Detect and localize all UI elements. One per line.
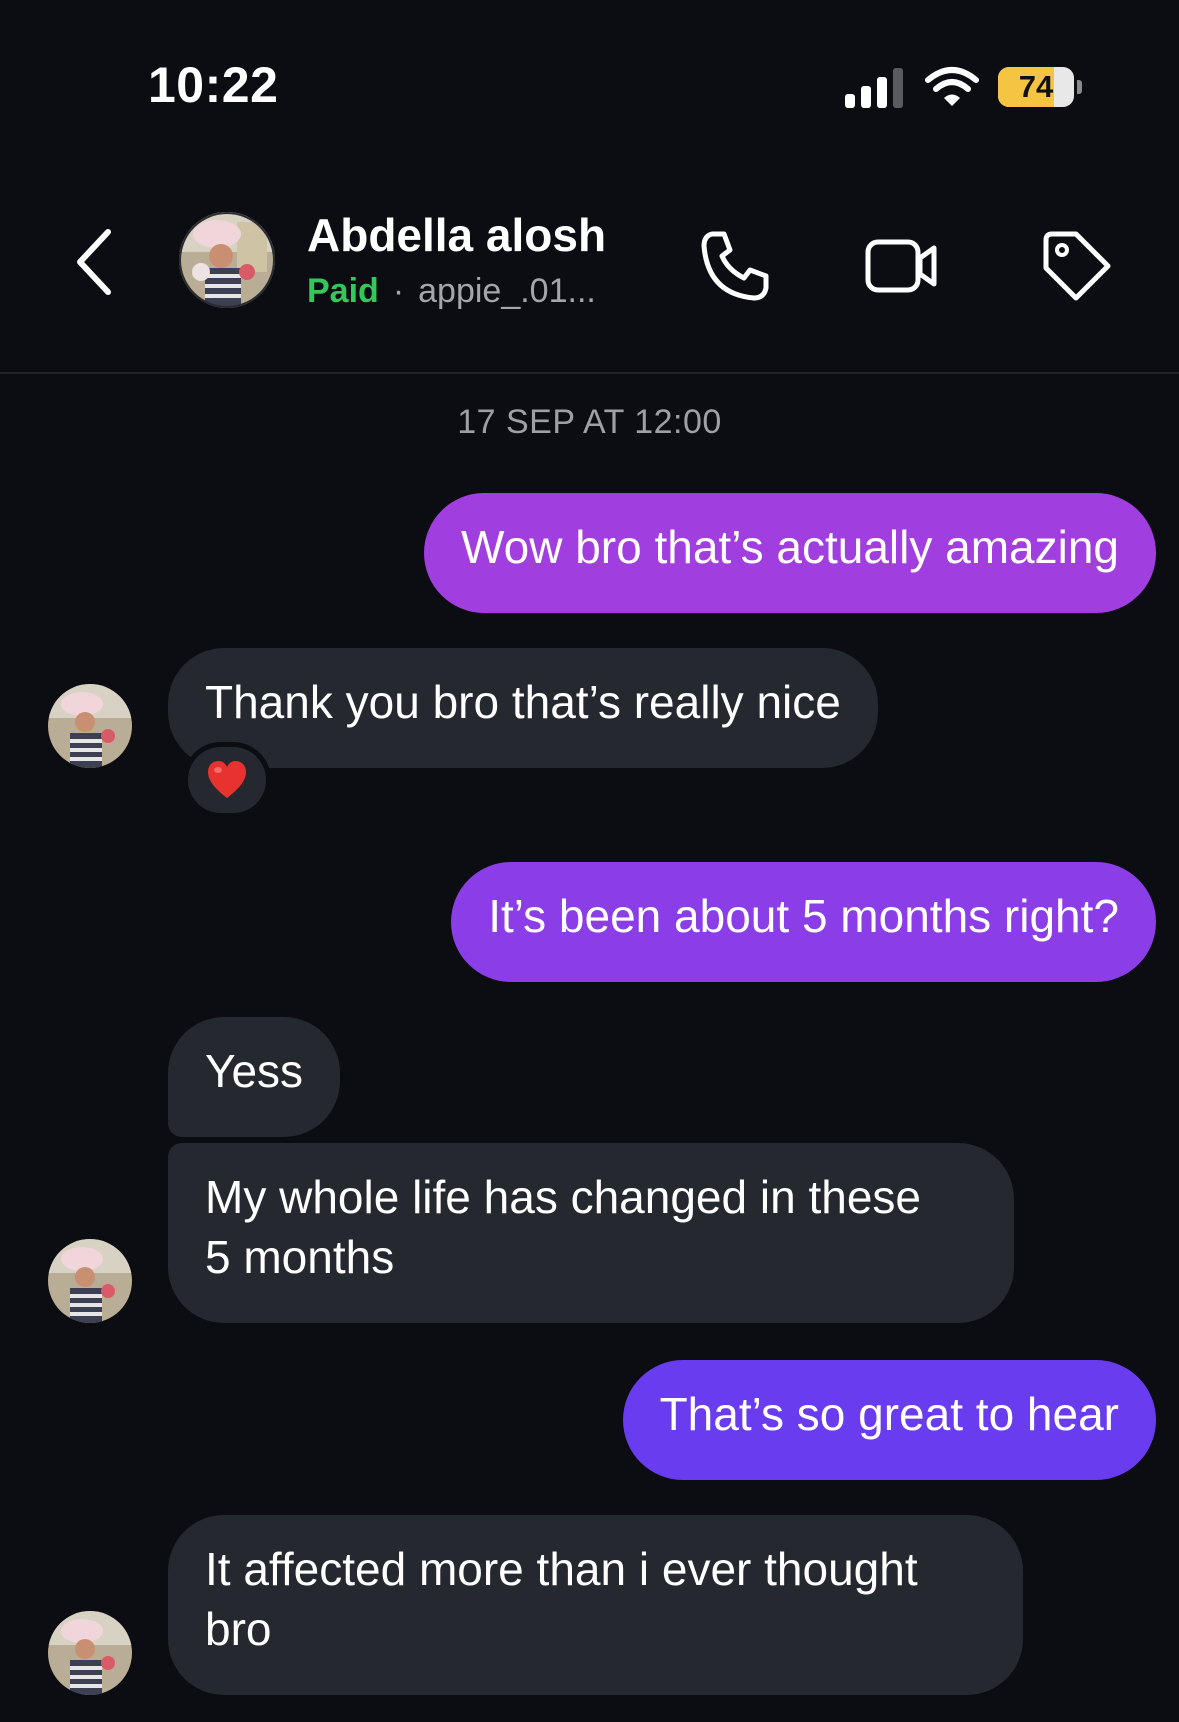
red-heart-icon xyxy=(208,761,246,798)
paid-badge: Paid xyxy=(307,272,379,310)
wifi-icon xyxy=(925,67,979,106)
separator-dot: · xyxy=(392,272,405,310)
status-time: 10:22 xyxy=(148,57,279,113)
received-message-bubble[interactable]: Yess xyxy=(168,1017,341,1137)
signal-icon xyxy=(845,68,903,108)
message-text-line: It affected more than i ever thought xyxy=(205,1543,918,1595)
conversation-timestamp: 17 SEP AT 12:00 xyxy=(457,403,722,441)
status-bar: 10:22 74 xyxy=(0,0,1179,150)
sent-message-bubble[interactable]: Wow bro that’s actually amazing xyxy=(424,493,1156,613)
sender-avatar[interactable] xyxy=(48,684,132,768)
battery-level: 74 xyxy=(1018,69,1054,104)
received-message-bubble[interactable]: Thank you bro that’s really nice xyxy=(168,648,878,768)
message-text-line: My whole life has changed in these xyxy=(205,1171,921,1223)
message-text-line: bro xyxy=(205,1603,272,1655)
received-message-bubble[interactable]: It affected more than i ever thought bro xyxy=(168,1515,1023,1695)
tag-icon[interactable] xyxy=(1038,228,1114,304)
message-text: It’s been about 5 months right? xyxy=(488,890,1119,942)
sender-avatar[interactable] xyxy=(48,1611,132,1695)
sender-avatar[interactable] xyxy=(48,1239,132,1323)
contact-subtitle: Paid · appie_.01... xyxy=(307,272,596,311)
phone-icon[interactable] xyxy=(698,228,774,304)
contact-name[interactable]: Abdella alosh xyxy=(307,208,606,262)
message-text: Yess xyxy=(205,1045,304,1097)
chat-header: Abdella alosh Paid · appie_.01... xyxy=(0,150,1179,374)
received-message-bubble[interactable]: My whole life has changed in these 5 mon… xyxy=(168,1143,1014,1323)
sent-message-bubble[interactable]: It’s been about 5 months right? xyxy=(451,862,1156,982)
message-text: Thank you bro that’s really nice xyxy=(205,676,841,728)
message-text-line: 5 months xyxy=(205,1231,395,1283)
message-reaction[interactable] xyxy=(183,742,271,818)
battery-charging-icon: 74 xyxy=(998,67,1082,107)
contact-avatar[interactable] xyxy=(179,212,275,308)
contact-username: appie_.01... xyxy=(418,272,596,310)
message-text: Wow bro that’s actually amazing xyxy=(461,521,1119,573)
sent-message-bubble[interactable]: That’s so great to hear xyxy=(622,1360,1156,1480)
back-chevron-icon[interactable] xyxy=(70,222,120,302)
message-text: That’s so great to hear xyxy=(659,1388,1119,1440)
video-camera-icon[interactable] xyxy=(864,228,940,304)
